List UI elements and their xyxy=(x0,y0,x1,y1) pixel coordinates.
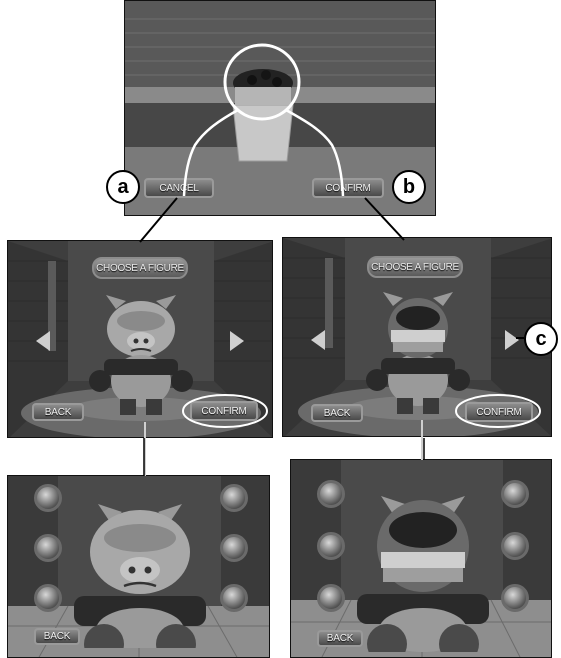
back-button[interactable]: BACK xyxy=(317,630,363,647)
speaker-icon[interactable] xyxy=(317,584,345,612)
next-figure-arrow[interactable] xyxy=(505,330,519,350)
back-button[interactable]: BACK xyxy=(311,404,363,422)
callout-a: a xyxy=(106,170,140,204)
game-panel-left: BACK xyxy=(7,475,270,658)
spiral-icon[interactable] xyxy=(501,584,529,612)
game-panel-right: BACK xyxy=(290,459,552,658)
fire-icon[interactable] xyxy=(220,534,248,562)
hand-icon[interactable] xyxy=(34,484,62,512)
confirm-button[interactable]: CONFIRM xyxy=(312,178,384,198)
prev-figure-arrow[interactable] xyxy=(36,331,50,351)
callout-c: c xyxy=(524,322,558,356)
confirm-figure-button[interactable]: CONFIRM xyxy=(465,402,533,422)
callout-b: b xyxy=(392,170,426,204)
spiral-icon[interactable] xyxy=(220,584,248,612)
monster-figure-with-photo-face xyxy=(357,496,489,652)
back-button[interactable]: BACK xyxy=(32,403,84,421)
lightning-icon[interactable] xyxy=(220,484,248,512)
select-panel-left: CHOOSE A FIGURE BACK CONFIRM xyxy=(7,240,273,438)
fire-icon[interactable] xyxy=(501,532,529,560)
fist-icon[interactable] xyxy=(34,534,62,562)
monster-figure xyxy=(74,504,206,648)
monster-figure-with-photo-face xyxy=(366,292,470,414)
choose-figure-title: CHOOSE A FIGURE xyxy=(367,256,463,278)
fist-icon[interactable] xyxy=(317,532,345,560)
cancel-button[interactable]: CANCEL xyxy=(144,178,214,198)
lightning-icon[interactable] xyxy=(501,480,529,508)
hand-icon[interactable] xyxy=(317,480,345,508)
speaker-icon[interactable] xyxy=(34,584,62,612)
monster-figure xyxy=(89,295,193,415)
back-button[interactable]: BACK xyxy=(34,628,80,645)
confirm-figure-button[interactable]: CONFIRM xyxy=(190,401,258,421)
prev-figure-arrow[interactable] xyxy=(311,330,325,350)
next-figure-arrow[interactable] xyxy=(230,331,244,351)
choose-figure-title: CHOOSE A FIGURE xyxy=(92,257,188,279)
select-panel-right: CHOOSE A FIGURE BACK CONFIRM xyxy=(282,237,552,437)
